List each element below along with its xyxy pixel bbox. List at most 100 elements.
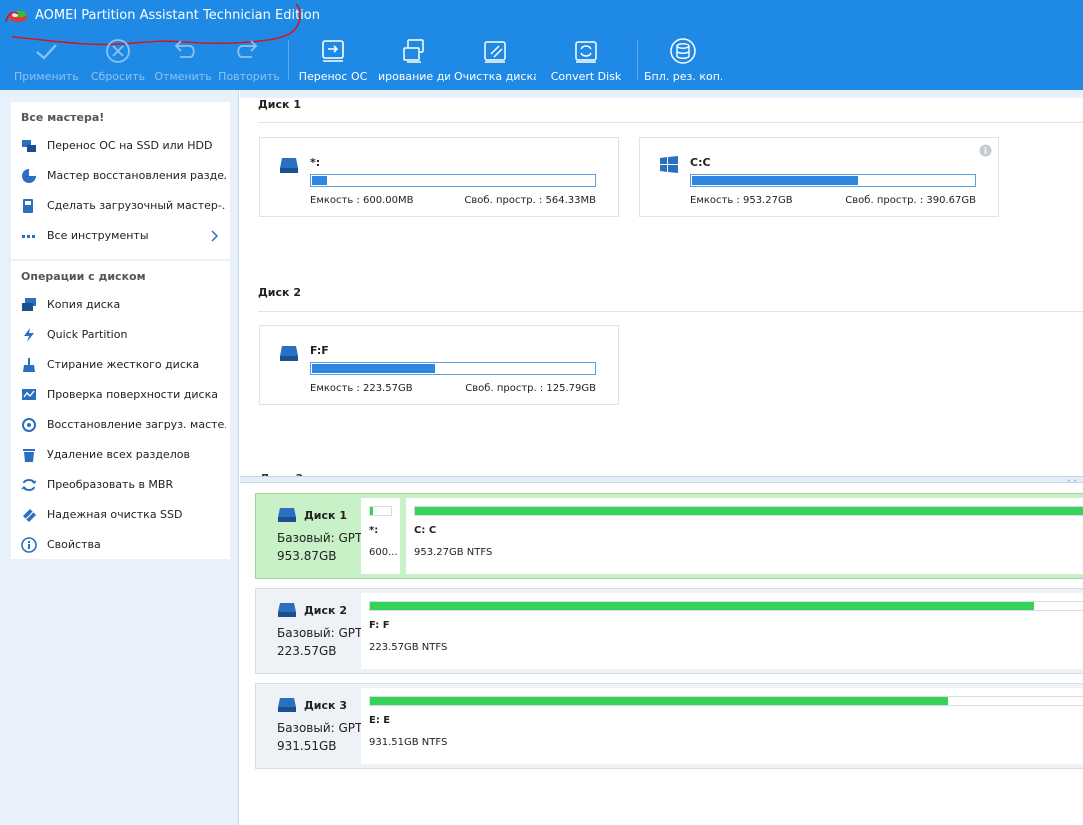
disk2-heading: Диск 2 bbox=[258, 286, 301, 299]
wizard-label: Сделать загрузочный мастер-... bbox=[47, 199, 226, 212]
redo-icon bbox=[237, 40, 258, 58]
op-label: Проверка поверхности диска bbox=[47, 388, 218, 401]
disk-type: Базовый: GPT bbox=[277, 531, 361, 545]
segment-star[interactable]: *: 600... bbox=[361, 498, 400, 574]
segment-name: *: bbox=[369, 525, 379, 536]
disk-type: Базовый: GPT bbox=[277, 626, 361, 640]
op-label: Удаление всех разделов bbox=[47, 448, 190, 461]
clone-disk-label: ирование дис bbox=[378, 70, 450, 83]
migrate-os-button[interactable]: Перенос ОС bbox=[297, 36, 369, 86]
bootable-media-icon bbox=[23, 199, 33, 213]
partition-name: F:F bbox=[310, 344, 329, 357]
segment-fill bbox=[370, 697, 949, 705]
apply-button[interactable]: Применить bbox=[14, 36, 78, 86]
op-quick-partition[interactable]: Quick Partition bbox=[21, 324, 226, 346]
wizard-partition-recovery[interactable]: Мастер восстановления раздела bbox=[21, 165, 226, 187]
info-icon[interactable] bbox=[979, 144, 992, 157]
copy-disk-icon bbox=[22, 298, 36, 311]
wizard-migrate-os[interactable]: Перенос ОС на SSD или HDD bbox=[21, 135, 226, 157]
op-label: Свойства bbox=[47, 538, 101, 551]
backup-database-icon bbox=[670, 38, 696, 64]
partition-card-c[interactable]: C:C Емкость : 953.27GB Своб. простр. : 3… bbox=[639, 137, 999, 217]
discard-label: Сбросить bbox=[90, 70, 146, 83]
disk-name: Диск 1 bbox=[304, 509, 347, 522]
top-strip bbox=[240, 90, 1083, 98]
segment-info: 931.51GB NTFS bbox=[369, 737, 448, 748]
disk-size: 953.87GB bbox=[277, 549, 337, 563]
disk-map-row-2[interactable]: Диск 2 Базовый: GPT 223.57GB F: F 223.57… bbox=[255, 588, 1083, 674]
op-convert-mbr[interactable]: Преобразовать в MBR bbox=[21, 474, 226, 496]
op-wipe-hdd[interactable]: Стирание жесткого диска bbox=[21, 354, 226, 376]
undo-label: Отменить bbox=[154, 70, 212, 83]
wizard-bootable-media[interactable]: Сделать загрузочный мастер-... bbox=[21, 195, 226, 217]
segment-name: F: F bbox=[369, 620, 390, 631]
clone-disk-icon bbox=[403, 39, 424, 63]
disk-map-row-1[interactable]: Диск 1 Базовый: GPT 953.87GB *: 600... C… bbox=[255, 493, 1083, 579]
segment-f[interactable]: F: F 223.57GB NTFS bbox=[361, 593, 1083, 669]
op-ssd-secure-erase[interactable]: Надежная очистка SSD bbox=[21, 504, 226, 526]
windows-icon bbox=[660, 156, 678, 173]
hard-disk-icon bbox=[278, 698, 296, 712]
segment-fill bbox=[415, 507, 1083, 515]
pane-splitter[interactable] bbox=[240, 476, 1083, 483]
partition-free-space: Своб. простр. : 125.79GB bbox=[465, 383, 596, 394]
toolbar-separator bbox=[637, 40, 638, 80]
clone-disk-button[interactable]: ирование дис bbox=[378, 36, 450, 86]
drive-icon bbox=[280, 158, 298, 173]
op-label: Надежная очистка SSD bbox=[47, 508, 183, 521]
trash-icon bbox=[23, 449, 35, 462]
wipe-disk-button[interactable]: Очистка диска bbox=[454, 36, 536, 86]
partition-card-f[interactable]: F:F Емкость : 223.57GB Своб. простр. : 1… bbox=[259, 325, 619, 405]
wizard-all-tools[interactable]: Все инструменты bbox=[21, 225, 226, 247]
partition-usage-bar bbox=[310, 174, 596, 187]
backup-button[interactable]: Бпл. рез. коп. bbox=[644, 36, 722, 86]
sidebar: Все мастера! Перенос ОС на SSD или HDD М… bbox=[0, 90, 239, 825]
wipe-hdd-icon bbox=[23, 358, 35, 372]
segment-usage-bar bbox=[369, 696, 1083, 706]
usage-fill bbox=[312, 364, 435, 373]
quick-partition-icon bbox=[24, 328, 34, 342]
all-tools-icon bbox=[22, 235, 35, 238]
disk1-heading: Диск 1 bbox=[258, 98, 301, 111]
op-surface-test[interactable]: Проверка поверхности диска bbox=[21, 384, 226, 406]
window-title: AOMEI Partition Assistant Technician Edi… bbox=[35, 8, 321, 23]
disk-size: 223.57GB bbox=[277, 644, 337, 658]
partition-name: *: bbox=[310, 156, 321, 169]
wipe-disk-icon bbox=[484, 41, 506, 63]
migrate-os-label: Перенос ОС bbox=[298, 70, 368, 83]
op-label: Копия диска bbox=[47, 298, 121, 311]
close-circle-icon bbox=[106, 39, 130, 63]
op-label: Стирание жесткого диска bbox=[47, 358, 200, 371]
segment-info: 600... bbox=[369, 547, 397, 558]
usage-fill bbox=[692, 176, 858, 185]
op-label: Quick Partition bbox=[47, 328, 128, 341]
main-content: Диск 1 *: Емкость : 600.00MB Своб. прост… bbox=[240, 90, 1083, 825]
disk-name: Диск 3 bbox=[304, 699, 347, 712]
disk-map-row-3[interactable]: Диск 3 Базовый: GPT 931.51GB E: E 931.51… bbox=[255, 683, 1083, 769]
op-properties[interactable]: Свойства bbox=[21, 534, 226, 556]
disk-size: 931.51GB bbox=[277, 739, 337, 753]
divider bbox=[258, 122, 1083, 123]
apply-label: Применить bbox=[14, 70, 78, 83]
segment-c[interactable]: C: C 953.27GB NTFS bbox=[406, 498, 1083, 574]
partition-free-space: Своб. простр. : 564.33MB bbox=[464, 195, 596, 206]
segment-e[interactable]: E: E 931.51GB NTFS bbox=[361, 688, 1083, 764]
eraser-icon bbox=[23, 509, 36, 522]
surface-test-icon bbox=[22, 389, 36, 400]
undo-button[interactable]: Отменить bbox=[153, 36, 213, 86]
wizards-title: Все мастера! bbox=[21, 111, 105, 124]
redo-button[interactable]: Повторить bbox=[217, 36, 281, 86]
convert-disk-button[interactable]: Convert Disk bbox=[548, 36, 624, 86]
op-delete-all-partitions[interactable]: Удаление всех разделов bbox=[21, 444, 226, 466]
wizard-label: Все инструменты bbox=[47, 229, 149, 242]
convert-disk-label: Convert Disk bbox=[550, 70, 622, 83]
op-copy-disk[interactable]: Копия диска bbox=[21, 294, 226, 316]
segment-usage-bar bbox=[414, 506, 1083, 516]
op-rebuild-mbr[interactable]: Восстановление загруз. масте... bbox=[21, 414, 226, 436]
segment-fill bbox=[370, 602, 1035, 610]
discard-button[interactable]: Сбросить bbox=[88, 36, 148, 86]
chevron-right-icon bbox=[211, 230, 218, 242]
op-label: Преобразовать в MBR bbox=[47, 478, 174, 491]
partition-usage-bar bbox=[690, 174, 976, 187]
partition-card-star[interactable]: *: Емкость : 600.00MB Своб. простр. : 56… bbox=[259, 137, 619, 217]
